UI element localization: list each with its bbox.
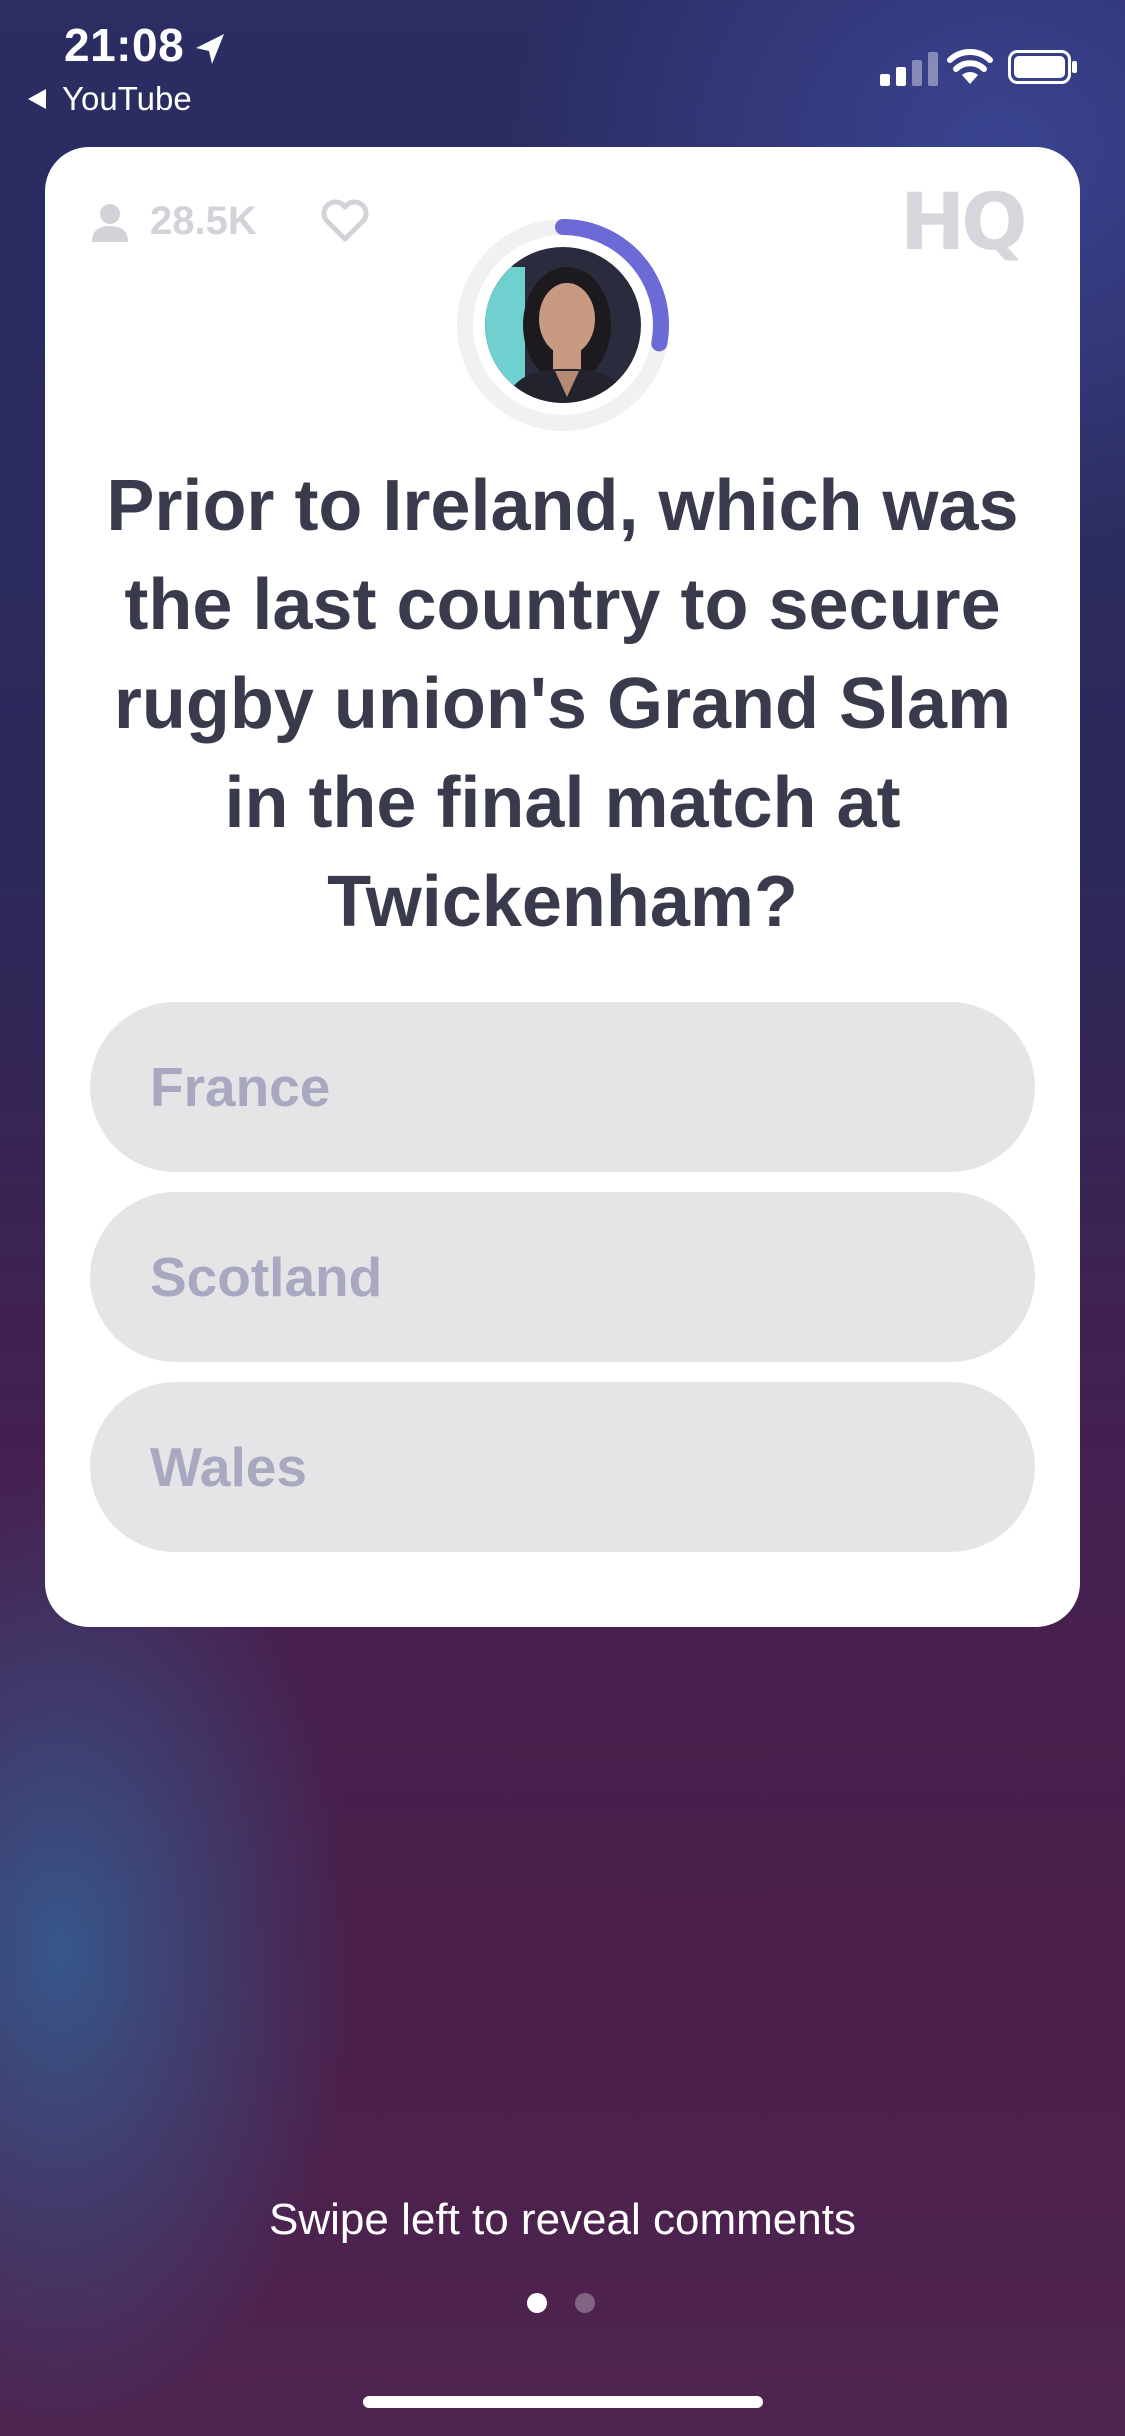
battery-icon — [1008, 50, 1077, 84]
viewer-count: 28.5K — [90, 199, 257, 244]
question-text: Prior to Ireland, which was the last cou… — [106, 466, 1019, 942]
answer-option-2-label: Scotland — [150, 1246, 383, 1308]
question-card: 28.5K HQ Prior to Ireland, which was the… — [45, 147, 1080, 1627]
back-to-app-link[interactable]: YouTube — [28, 80, 192, 118]
answer-option-3-label: Wales — [150, 1436, 307, 1498]
status-bar: 21:08 YouTube — [0, 0, 1125, 140]
page-dot-2[interactable] — [575, 2293, 595, 2313]
back-triangle-icon — [28, 89, 46, 109]
hq-logo-text: HQ — [900, 178, 1024, 267]
answer-option-1-label: France — [150, 1056, 331, 1118]
answer-option-2[interactable]: Scotland — [90, 1192, 1035, 1362]
host-avatar — [485, 247, 641, 403]
answer-option-3[interactable]: Wales — [90, 1382, 1035, 1552]
status-time: 21:08 — [64, 19, 185, 71]
page-indicator[interactable] — [527, 2293, 623, 2313]
location-arrow-icon — [196, 34, 224, 64]
answer-option-1[interactable]: France — [90, 1002, 1035, 1172]
cellular-signal-icon — [880, 52, 938, 86]
person-icon — [92, 203, 128, 242]
page-dot-1[interactable] — [527, 2293, 547, 2313]
back-app-label: YouTube — [62, 80, 192, 117]
swipe-hint: Swipe left to reveal comments — [269, 2195, 856, 2244]
hq-logo: HQ — [900, 178, 1028, 267]
home-indicator[interactable] — [363, 2396, 763, 2408]
viewer-count-value: 28.5K — [150, 199, 257, 243]
heart-icon[interactable] — [320, 199, 370, 243]
wifi-icon — [947, 49, 993, 84]
